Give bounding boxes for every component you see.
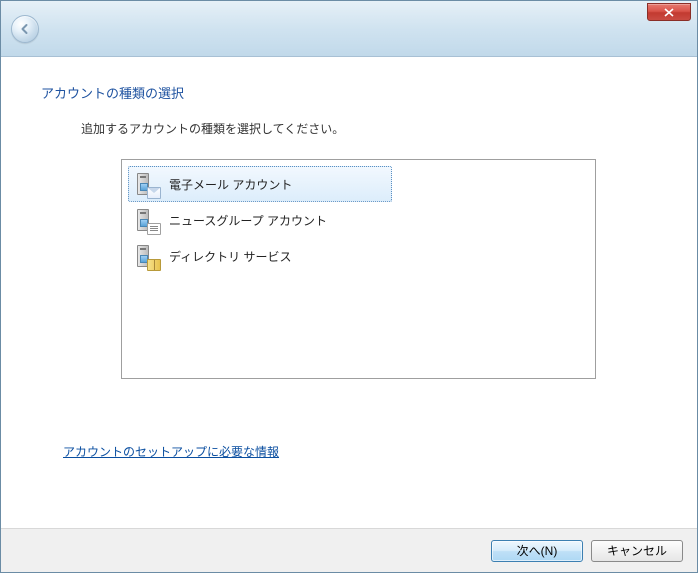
close-icon [664,8,674,17]
footer: 次へ(N) キャンセル [1,528,697,572]
wizard-window: アカウントの種類の選択 追加するアカウントの種類を選択してください。 電子メール… [0,0,698,573]
option-label: ニュースグループ アカウント [169,212,327,229]
arrow-left-icon [18,22,32,36]
instruction-text: 追加するアカウントの種類を選択してください。 [81,120,657,137]
directory-service-icon [135,242,159,270]
titlebar [1,1,697,57]
cancel-button[interactable]: キャンセル [591,540,683,562]
close-button[interactable] [647,3,691,21]
back-button[interactable] [11,15,39,43]
option-label: ディレクトリ サービス [169,248,292,265]
option-newsgroup-account[interactable]: ニュースグループ アカウント [128,202,589,238]
option-label: 電子メール アカウント [169,176,292,193]
email-account-icon [135,170,159,198]
option-directory-service[interactable]: ディレクトリ サービス [128,238,589,274]
next-button[interactable]: 次へ(N) [491,540,583,562]
account-type-list: 電子メール アカウント ニュースグループ アカウント ディレクトリ サービス [121,159,596,379]
content-area: アカウントの種類の選択 追加するアカウントの種類を選択してください。 電子メール… [1,57,697,528]
page-heading: アカウントの種類の選択 [41,83,657,102]
setup-info-link[interactable]: アカウントのセットアップに必要な情報 [63,443,279,460]
newsgroup-account-icon [135,206,159,234]
option-email-account[interactable]: 電子メール アカウント [128,166,392,202]
